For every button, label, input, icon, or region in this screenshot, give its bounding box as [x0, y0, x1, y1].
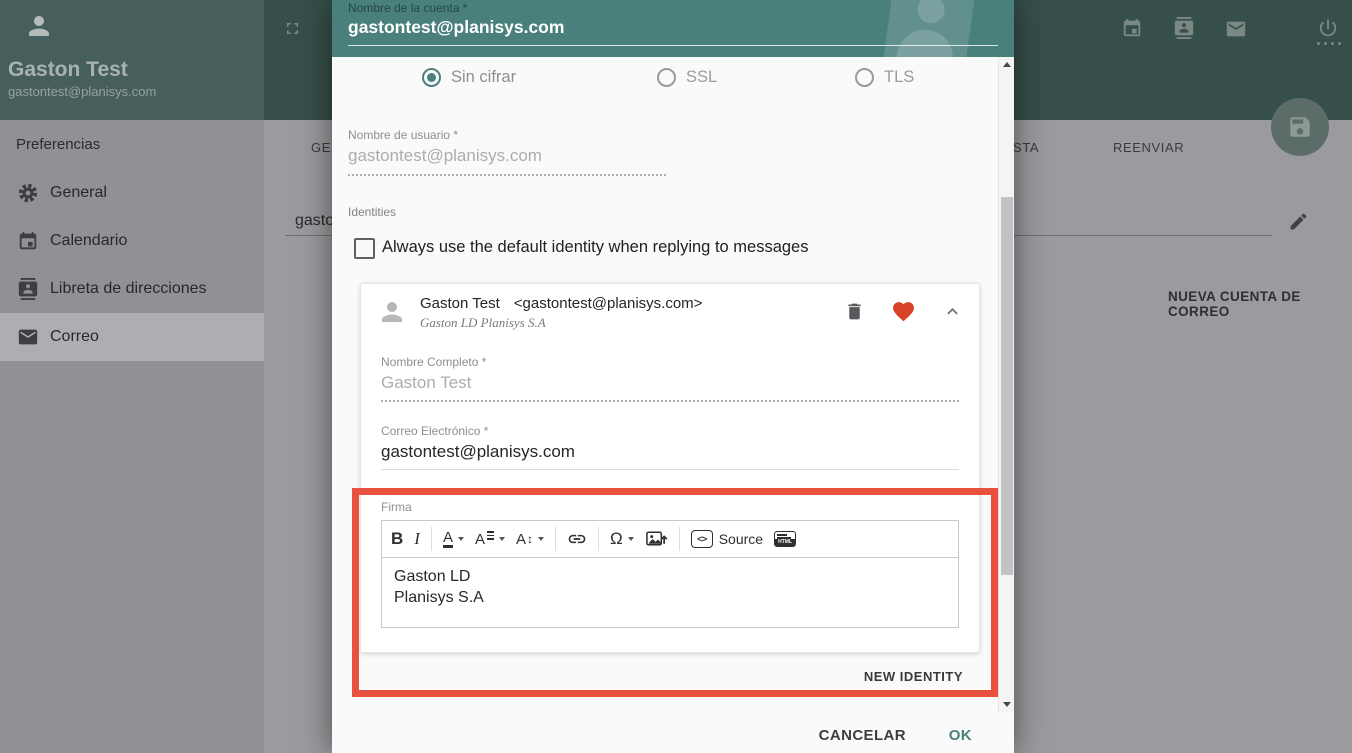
power-dots-icon: [1317, 42, 1341, 45]
mail-icon: [16, 326, 40, 348]
identity-display-email: <gastontest@planisys.com>: [514, 295, 703, 312]
power-icon[interactable]: [1317, 17, 1339, 39]
radio-icon: [657, 68, 676, 87]
sidebar-user-header: Gaston Test gastontest@planisys.com: [0, 0, 264, 120]
radio-icon: [855, 68, 874, 87]
radio-sin-cifrar[interactable]: Sin cifrar: [422, 68, 516, 87]
size-arrows-icon: ↕: [527, 532, 533, 546]
delete-identity-icon[interactable]: [844, 301, 865, 322]
account-dialog: Nombre de la cuenta * gastontest@planisy…: [332, 0, 1014, 753]
sidebar-item-calendario[interactable]: Calendario: [0, 217, 264, 265]
identity-card: Gaston Test <gastontest@planisys.com> Gas…: [360, 283, 980, 653]
radio-ssl[interactable]: SSL: [657, 68, 717, 87]
identity-email-label: Correo Electrónico *: [381, 424, 959, 438]
font-color-button[interactable]: A: [443, 531, 464, 548]
sidebar-item-label: General: [50, 184, 107, 202]
contacts-icon[interactable]: [1173, 17, 1195, 39]
link-button[interactable]: [567, 529, 587, 549]
default-identity-checkbox-label: Always use the default identity when rep…: [382, 238, 809, 257]
sidebar-item-label: Calendario: [50, 232, 127, 250]
username-dotted-underline: [348, 158, 666, 176]
edit-pencil-icon[interactable]: [1288, 211, 1309, 232]
sidebar-section-title: Preferencias: [16, 136, 100, 153]
save-icon: [1287, 114, 1313, 140]
user-email: gastontest@planisys.com: [8, 84, 156, 99]
chevron-down-icon: [628, 537, 634, 541]
dialog-header: Nombre de la cuenta * gastontest@planisy…: [332, 0, 1014, 57]
special-characters-button[interactable]: Ω: [610, 529, 634, 549]
collapse-identity-icon[interactable]: [942, 301, 963, 322]
scroll-up-arrow-icon[interactable]: [1003, 62, 1011, 67]
contact-badge-watermark-icon: [882, 0, 977, 57]
radio-label: Sin cifrar: [451, 68, 516, 87]
scroll-down-arrow-icon[interactable]: [1003, 702, 1011, 707]
signature-label: Firma: [381, 500, 959, 514]
radio-label: SSL: [686, 68, 717, 87]
signature-line: Gaston LD: [394, 566, 946, 587]
identities-label: Identities: [348, 205, 396, 219]
signature-editor-content[interactable]: Gaston LD Planisys S.A: [381, 558, 959, 628]
toolbar-divider: [431, 527, 432, 551]
identity-email-input[interactable]: gastontest@planisys.com: [381, 442, 959, 470]
identity-display-name: Gaston Test: [420, 295, 500, 312]
sidebar-item-correo[interactable]: Correo: [0, 313, 264, 361]
font-size-button[interactable]: A↕: [516, 531, 544, 548]
source-button[interactable]: <>Source: [691, 530, 763, 548]
source-brackets-icon: <>: [691, 530, 713, 548]
save-fab[interactable]: [1271, 98, 1329, 156]
identity-avatar-icon: [377, 297, 407, 327]
cancel-button[interactable]: CANCELAR: [819, 727, 906, 744]
chevron-down-icon: [458, 537, 464, 541]
scrollbar-thumb[interactable]: [1001, 197, 1013, 575]
identity-organization: Gaston LD Planisys S.A: [420, 315, 844, 331]
fullscreen-icon[interactable]: [283, 19, 302, 38]
account-name-input[interactable]: gastontest@planisys.com: [348, 17, 564, 38]
new-mail-account-button[interactable]: NUEVA CUENTA DE CORREO: [1168, 289, 1352, 319]
signature-line: Planisys S.A: [394, 587, 946, 608]
sidebar-item-label: Libreta de direcciones: [50, 280, 207, 298]
chevron-down-icon: [538, 537, 544, 541]
font-family-button[interactable]: A: [475, 531, 505, 548]
html-embed-button[interactable]: HTML: [774, 531, 796, 547]
user-name: Gaston Test: [8, 58, 128, 82]
font-family-lines-icon: [487, 531, 494, 540]
radio-label: TLS: [884, 68, 914, 87]
ok-button[interactable]: OK: [949, 727, 972, 744]
insert-image-button[interactable]: [645, 529, 668, 549]
contacts-icon: [16, 278, 40, 300]
new-identity-button[interactable]: NEW IDENTITY: [864, 669, 963, 684]
identity-card-header: Gaston Test <gastontest@planisys.com> Gas…: [361, 284, 979, 331]
sidebar: Gaston Test gastontest@planisys.com Pref…: [0, 0, 264, 753]
signature-editor-toolbar: B I A A A↕ Ω <>Source HTML: [381, 520, 959, 558]
sidebar-item-label: Correo: [50, 328, 99, 346]
app-root: Gaston Test gastontest@planisys.com Pref…: [0, 0, 1352, 753]
account-name-underline: [348, 45, 998, 46]
fullname-input: Gaston Test: [381, 373, 959, 402]
fullname-label: Nombre Completo *: [381, 355, 959, 369]
user-avatar-icon: [24, 11, 54, 41]
toolbar-divider: [679, 527, 680, 551]
default-identity-checkbox[interactable]: [354, 238, 375, 259]
radio-icon: [422, 68, 441, 87]
bold-button[interactable]: B: [391, 529, 403, 549]
identity-name-row: Gaston Test <gastontest@planisys.com>: [420, 295, 844, 312]
gear-icon: [16, 182, 40, 204]
toolbar-divider: [555, 527, 556, 551]
radio-tls[interactable]: TLS: [855, 68, 914, 87]
toolbar-divider: [598, 527, 599, 551]
italic-button[interactable]: I: [414, 529, 420, 549]
account-name-label: Nombre de la cuenta *: [348, 1, 467, 15]
chevron-down-icon: [499, 537, 505, 541]
calendar-icon[interactable]: [1121, 17, 1143, 39]
username-label: Nombre de usuario *: [348, 128, 458, 142]
sidebar-item-libreta[interactable]: Libreta de direcciones: [0, 265, 264, 313]
dialog-scrollbar[interactable]: [998, 57, 1014, 712]
mail-icon[interactable]: [1225, 18, 1247, 40]
favorite-heart-icon[interactable]: [891, 299, 916, 324]
calendar-icon: [16, 230, 40, 252]
tab-reenviar[interactable]: REENVIAR: [1113, 140, 1184, 155]
sidebar-item-general[interactable]: General: [0, 169, 264, 217]
